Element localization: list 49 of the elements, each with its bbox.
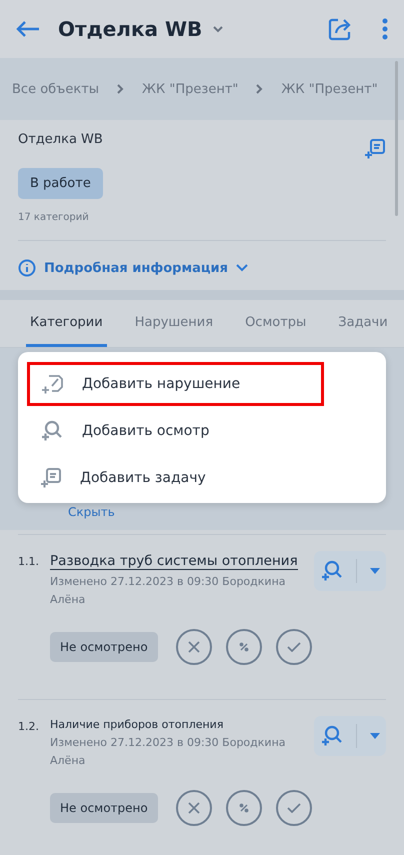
add-inspection-split-button[interactable] — [314, 716, 386, 756]
percent-icon — [238, 642, 249, 652]
caret-icon — [370, 568, 380, 574]
more-icon — [382, 18, 388, 40]
add-inspection-icon — [320, 559, 344, 583]
add-task-icon — [364, 138, 386, 160]
item-meta: Изменено 27.12.2023 в 09:30 Бородкина Алёна — [50, 574, 286, 608]
add-task-button[interactable] — [364, 138, 386, 160]
status-button[interactable]: Не осмотрено — [50, 632, 158, 662]
close-icon — [188, 802, 200, 814]
status-badge: В работе — [18, 168, 103, 199]
item-number: 1.2. — [18, 719, 40, 735]
add-task-icon — [40, 467, 62, 489]
add-inspection-split-button[interactable] — [314, 551, 386, 591]
page-title: Отделка WB — [58, 17, 202, 41]
category-count: 17 категорий — [18, 212, 90, 223]
partial-button[interactable] — [226, 790, 262, 826]
menu-item[interactable]: Добавить нарушение — [27, 362, 324, 406]
check-icon — [286, 642, 301, 652]
scrollbar[interactable] — [395, 61, 398, 216]
info-icon — [18, 259, 36, 277]
item-number: 1.1. — [18, 554, 40, 570]
title-dropdown-button[interactable] — [212, 25, 224, 33]
add-inspection-icon — [40, 419, 64, 443]
percent-icon — [238, 803, 249, 813]
item-title[interactable]: Наличие приборов отопления — [50, 718, 224, 731]
status-button[interactable]: Не осмотрено — [50, 793, 158, 823]
chevron-right-icon — [117, 84, 124, 94]
chevron-down-icon — [212, 25, 224, 33]
menu-item[interactable]: Добавить осмотр — [27, 409, 324, 453]
chevron-right-icon — [256, 84, 264, 94]
item-meta: Изменено 27.12.2023 в 09:30 Бородкина Алёна — [50, 735, 286, 769]
more-button[interactable] — [382, 18, 388, 40]
fail-button[interactable] — [176, 629, 212, 665]
pass-button[interactable] — [276, 629, 312, 665]
card-title: Отделка WB — [18, 132, 103, 147]
close-icon — [188, 641, 200, 653]
back-arrow-icon — [16, 20, 40, 38]
caret-icon — [370, 733, 380, 739]
menu-item[interactable]: Добавить задачу — [27, 456, 324, 500]
back-button[interactable] — [16, 20, 40, 38]
pass-button[interactable] — [276, 790, 312, 826]
add-inspection-icon — [320, 724, 344, 748]
fail-button[interactable] — [176, 790, 212, 826]
add-violation-icon — [40, 372, 64, 396]
check-icon — [286, 803, 301, 813]
chevron-down-icon — [236, 264, 248, 272]
item-title[interactable]: Разводка труб системы отопления — [50, 553, 298, 570]
partial-button[interactable] — [226, 629, 262, 665]
